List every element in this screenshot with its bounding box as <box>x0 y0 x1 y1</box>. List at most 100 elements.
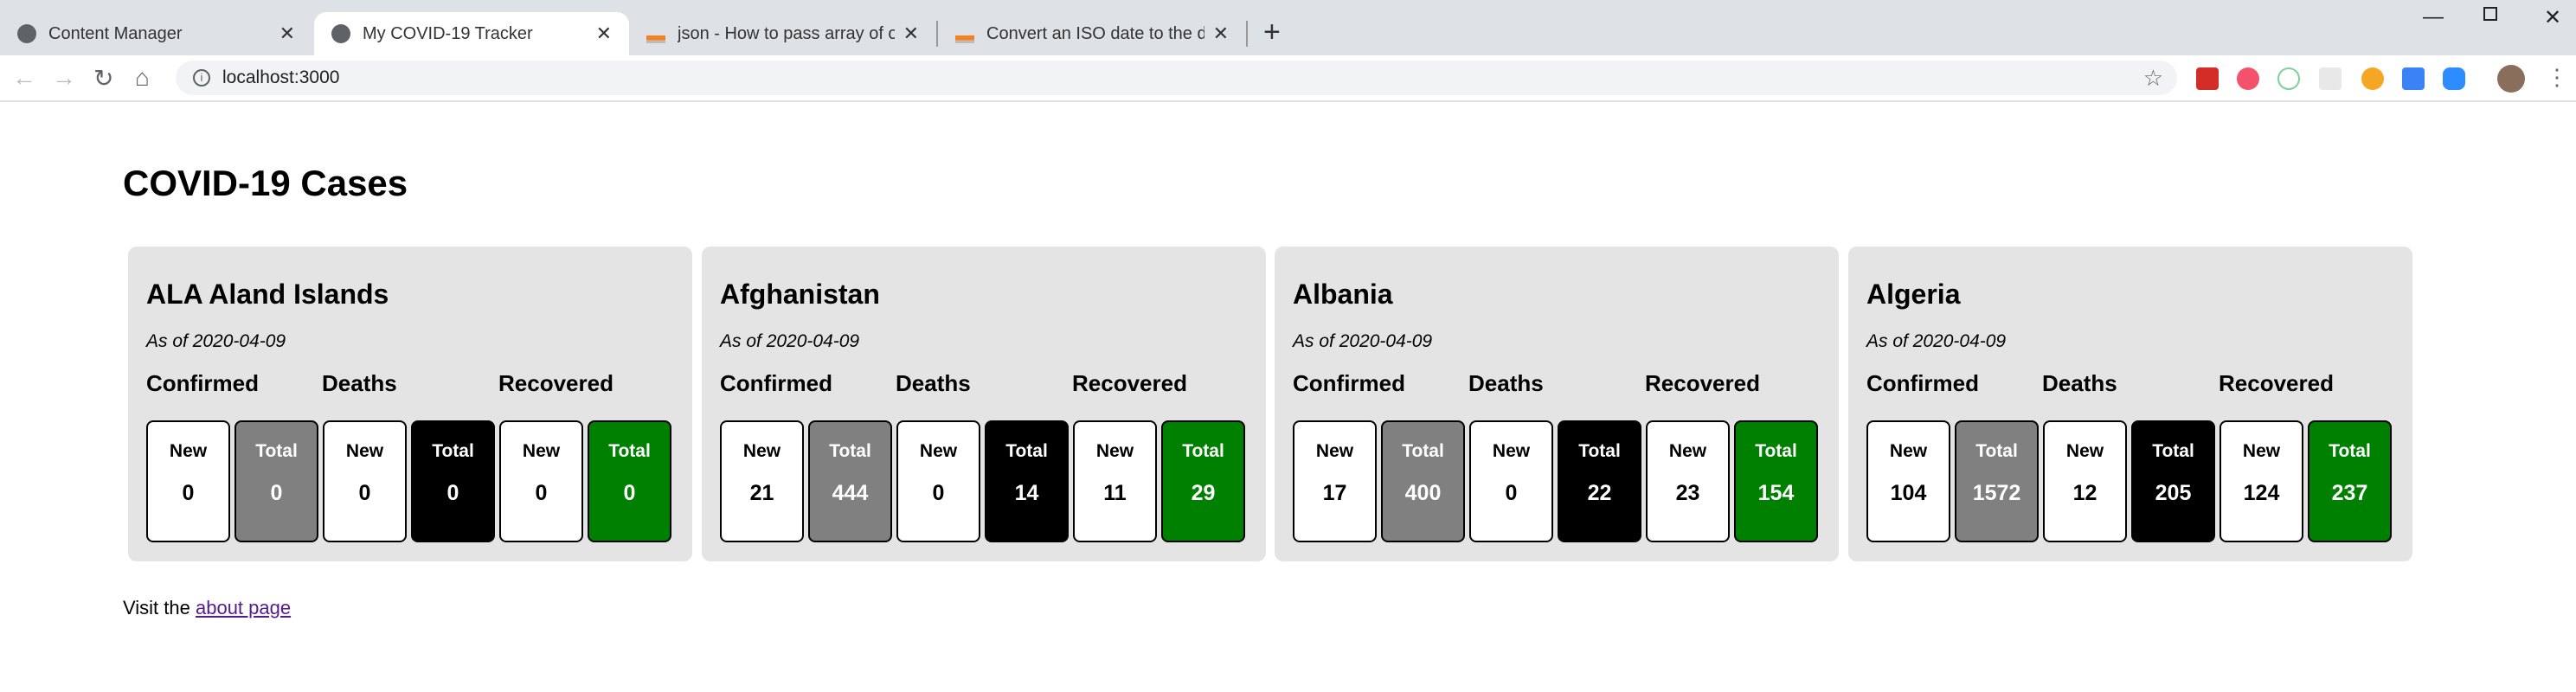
tab-covid-tracker[interactable]: My COVID-19 Tracker ✕ <box>314 12 629 55</box>
tag-icon[interactable] <box>2402 67 2425 90</box>
deaths-total-box: Total 22 <box>1558 420 1641 542</box>
recovered-heading: Recovered <box>2219 370 2334 396</box>
deaths-new-box: New 0 <box>896 420 980 542</box>
address-bar[interactable]: i localhost:3000 ☆ <box>176 61 2177 95</box>
tab-divider <box>1246 21 1248 47</box>
close-window-button[interactable]: ✕ <box>2544 5 2561 30</box>
search-ext-icon[interactable] <box>2277 67 2300 90</box>
close-tab-icon[interactable]: ✕ <box>1213 22 1229 45</box>
confirmed-total-box: Total 1572 <box>1955 420 2039 542</box>
recovered-new-value: 0 <box>535 481 548 505</box>
deaths-new-value: 0 <box>932 481 945 505</box>
country-card: Albania As of 2020-04-09 Confirmed Death… <box>1275 247 1839 561</box>
as-of-date: As of 2020-04-09 <box>146 331 286 351</box>
deaths-new-box: New 0 <box>323 420 407 542</box>
country-name: Algeria <box>1866 279 1961 310</box>
recovered-total-value: 154 <box>1757 481 1795 505</box>
recovered-new-value: 124 <box>2243 481 2280 505</box>
confirmed-total-box: Total 444 <box>808 420 892 542</box>
confirmed-heading: Confirmed <box>720 370 832 396</box>
confirmed-heading: Confirmed <box>1293 370 1405 396</box>
confirmed-total-box: Total 0 <box>234 420 318 542</box>
minimize-button[interactable]: — <box>2423 5 2444 29</box>
url-text: localhost:3000 <box>222 67 340 87</box>
zoom-icon[interactable] <box>2443 67 2465 90</box>
confirmed-total-box: Total 400 <box>1381 420 1465 542</box>
country-card: ALA Aland Islands As of 2020-04-09 Confi… <box>128 247 692 561</box>
confirmed-new-box: New 17 <box>1293 420 1377 542</box>
confirmed-heading: Confirmed <box>1866 370 1979 396</box>
deaths-new-box: New 0 <box>1469 420 1553 542</box>
recovered-new-value: 11 <box>1103 481 1127 505</box>
deaths-total-value: 14 <box>1014 481 1039 505</box>
recovered-total-box: Total 237 <box>2308 420 2392 542</box>
profile-avatar[interactable] <box>2497 65 2525 93</box>
recovered-total-box: Total 29 <box>1161 420 1245 542</box>
home-button[interactable]: ⌂ <box>135 64 150 92</box>
deaths-total-value: 0 <box>446 481 459 505</box>
new-tab-button[interactable]: + <box>1263 16 1281 49</box>
about-page-link[interactable]: about page <box>196 597 291 618</box>
stackoverflow-icon <box>646 24 665 43</box>
maximize-button[interactable] <box>2483 7 2497 21</box>
confirmed-total-value: 0 <box>270 481 283 505</box>
deaths-new-value: 0 <box>1505 481 1518 505</box>
as-of-date: As of 2020-04-09 <box>1293 331 1433 351</box>
globe-icon <box>331 24 350 43</box>
deaths-total-box: Total 14 <box>985 420 1069 542</box>
confirmed-new-value: 0 <box>182 481 195 505</box>
recovered-new-box: New 11 <box>1073 420 1157 542</box>
confirmed-new-box: New 21 <box>720 420 804 542</box>
recovered-total-value: 237 <box>2331 481 2368 505</box>
recovered-total-value: 29 <box>1191 481 1216 505</box>
confirmed-total-value: 1572 <box>1972 481 2021 505</box>
recovered-new-box: New 124 <box>2219 420 2303 542</box>
deaths-new-box: New 12 <box>2043 420 2127 542</box>
bookmark-star-icon[interactable]: ☆ <box>2143 65 2163 92</box>
recovered-total-value: 0 <box>623 481 636 505</box>
deaths-total-box: Total 205 <box>2131 420 2215 542</box>
country-card: Afghanistan As of 2020-04-09 Confirmed D… <box>702 247 1266 561</box>
as-of-date: As of 2020-04-09 <box>720 331 860 351</box>
deaths-total-box: Total 0 <box>411 420 495 542</box>
menu-icon[interactable]: ⋮ <box>2546 64 2568 91</box>
country-name: ALA Aland Islands <box>146 279 389 310</box>
deaths-new-value: 0 <box>358 481 371 505</box>
forward-button[interactable]: → <box>52 64 76 92</box>
footer-text: Visit the about page <box>123 597 292 618</box>
page-title: COVID-19 Cases <box>123 163 408 203</box>
confirmed-new-box: New 104 <box>1866 420 1950 542</box>
confirmed-new-value: 21 <box>749 481 774 505</box>
as-of-date: As of 2020-04-09 <box>1866 331 2007 351</box>
confirmed-total-value: 444 <box>832 481 869 505</box>
stackoverflow-icon <box>955 24 974 43</box>
back-button[interactable]: ← <box>12 64 36 92</box>
browser-toolbar: ← → ↻ ⌂ i localhost:3000 ☆ ⋮ <box>0 55 2576 102</box>
globe-icon <box>17 24 36 43</box>
deaths-total-value: 205 <box>2155 481 2192 505</box>
close-tab-icon[interactable]: ✕ <box>903 22 919 45</box>
web-archive-icon[interactable] <box>2361 67 2384 90</box>
recovered-total-box: Total 154 <box>1734 420 1818 542</box>
todoist-icon[interactable] <box>2237 67 2259 90</box>
deaths-heading: Deaths <box>322 370 397 396</box>
recovered-new-value: 23 <box>1675 481 1700 505</box>
recovered-total-box: Total 0 <box>588 420 671 542</box>
react-icon[interactable] <box>2319 67 2342 90</box>
deaths-heading: Deaths <box>2042 370 2117 396</box>
lastpass-icon[interactable] <box>2196 67 2219 90</box>
recovered-heading: Recovered <box>498 370 613 396</box>
tab-strip: Content Manager ✕ My COVID-19 Tracker ✕ js… <box>0 0 2576 55</box>
recovered-new-box: New 23 <box>1646 420 1730 542</box>
tab-iso-date[interactable]: Convert an ISO date to the date f✕ <box>938 12 1246 55</box>
close-tab-icon[interactable]: ✕ <box>279 22 295 45</box>
recovered-heading: Recovered <box>1072 370 1187 396</box>
deaths-total-value: 22 <box>1587 481 1612 505</box>
reload-button[interactable]: ↻ <box>93 64 113 93</box>
tab-content-manager[interactable]: Content Manager ✕ <box>0 12 312 55</box>
confirmed-new-value: 17 <box>1322 481 1347 505</box>
info-icon[interactable]: i <box>193 69 210 86</box>
close-tab-icon[interactable]: ✕ <box>596 22 612 45</box>
country-name: Albania <box>1293 279 1393 310</box>
tab-json-question[interactable]: json - How to pass array of objec✕ <box>629 12 936 55</box>
